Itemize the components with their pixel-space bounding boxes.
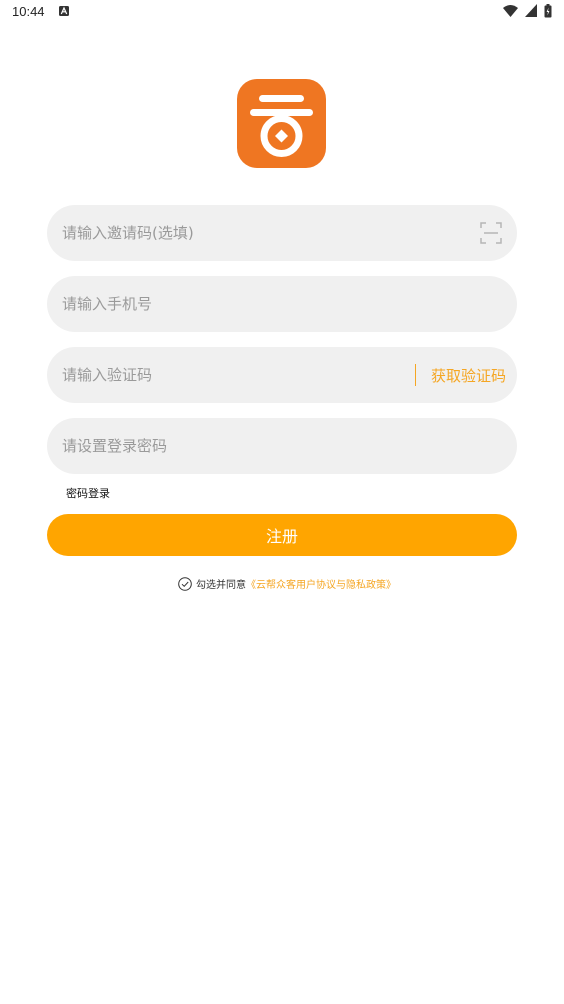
invite-code-input[interactable] [62,205,442,261]
signal-icon [524,4,537,17]
password-input[interactable] [62,418,442,474]
verification-code-field[interactable]: 获取验证码 [47,347,517,403]
verification-code-input[interactable] [62,347,402,403]
phone-field[interactable] [47,276,517,332]
battery-icon [544,4,552,18]
check-circle-icon[interactable] [178,576,192,591]
notification-a-icon [59,6,69,16]
agreement-prefix: 勾选并同意 [196,580,246,591]
agreement-link[interactable]: 《云帮众客用户协议与隐私政策》 [246,580,396,591]
status-time: 10:44 [12,4,45,19]
wifi-icon [502,5,518,17]
invite-code-field[interactable] [47,205,517,261]
status-bar: 10:44 [0,0,564,26]
password-field[interactable] [47,418,517,474]
register-button[interactable]: 注册 [47,514,517,556]
scan-icon[interactable] [480,222,502,244]
status-icons [501,4,552,18]
app-logo [237,79,326,168]
get-code-button[interactable]: 获取验证码 [431,365,506,386]
agreement-row: 勾选并同意《云帮众客用户协议与隐私政策》 [178,576,396,592]
field-divider [415,364,416,386]
password-login-link[interactable]: 密码登录 [66,485,110,501]
phone-input[interactable] [62,276,442,332]
